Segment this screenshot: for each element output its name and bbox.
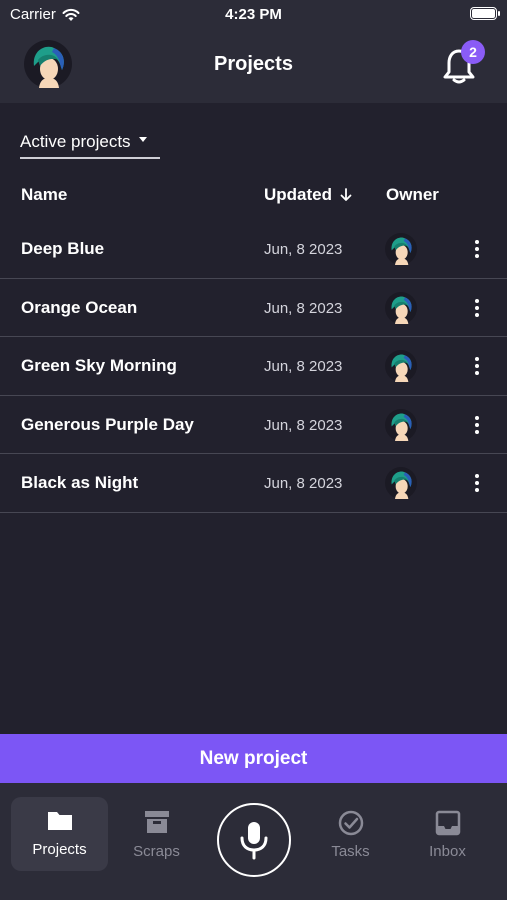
- notification-badge: 2: [461, 40, 485, 64]
- status-bar: Carrier 4:23 PM: [0, 0, 507, 28]
- project-name: Deep Blue: [21, 239, 105, 258]
- app-screen: Carrier 4:23 PM Projects 2 Active projec…: [0, 0, 507, 900]
- check-circle-icon: [338, 810, 363, 836]
- more-options-icon[interactable]: [466, 412, 488, 438]
- more-options-icon[interactable]: [466, 470, 488, 496]
- more-options-icon[interactable]: [466, 295, 488, 321]
- archive-icon: [144, 811, 169, 833]
- tab-label: Inbox: [429, 843, 466, 860]
- column-header-owner[interactable]: Owner: [386, 185, 439, 205]
- tab-inbox[interactable]: Inbox: [399, 797, 496, 871]
- top-bar: Carrier 4:23 PM Projects 2: [0, 0, 507, 103]
- project-row[interactable]: Orange Ocean Jun, 8 2023: [0, 279, 507, 337]
- project-row[interactable]: Green Sky Morning Jun, 8 2023: [0, 337, 507, 396]
- project-updated: Jun, 8 2023: [264, 241, 343, 258]
- more-options-icon[interactable]: [466, 236, 488, 262]
- battery-icon: [470, 7, 500, 20]
- tab-scraps[interactable]: Scraps: [108, 797, 205, 871]
- owner-avatar: [385, 467, 417, 499]
- project-updated: Jun, 8 2023: [264, 299, 343, 317]
- arrow-down-icon: [340, 188, 352, 201]
- tab-bar: Projects Scraps Tasks Inbox: [0, 783, 507, 900]
- owner-avatar: [385, 233, 417, 265]
- filter-label: Active projects: [20, 132, 131, 151]
- column-header-updated[interactable]: Updated: [264, 185, 352, 205]
- column-header-name[interactable]: Name: [21, 185, 67, 205]
- inbox-icon: [435, 810, 460, 836]
- owner-avatar: [385, 291, 417, 324]
- microphone-icon: [240, 822, 268, 860]
- project-filter-dropdown[interactable]: Active projects: [20, 127, 160, 159]
- page-title: Projects: [214, 53, 293, 75]
- caret-down-icon: [138, 136, 147, 142]
- tab-projects[interactable]: Projects: [11, 797, 108, 871]
- clock: 4:23 PM: [225, 6, 282, 23]
- tab-label: Projects: [32, 841, 87, 858]
- tab-label: Scraps: [133, 843, 180, 860]
- project-row[interactable]: Deep Blue Jun, 8 2023: [0, 220, 507, 279]
- microphone-button[interactable]: [217, 803, 291, 877]
- projects-list: Deep Blue Jun, 8 2023 Orange Ocean Jun, …: [0, 220, 507, 513]
- project-name: Black as Night: [21, 473, 139, 492]
- project-name: Orange Ocean: [21, 297, 138, 317]
- owner-avatar: [385, 408, 417, 441]
- more-options-icon[interactable]: [466, 353, 488, 379]
- project-row[interactable]: Generous Purple Day Jun, 8 2023: [0, 396, 507, 454]
- owner-avatar: [385, 350, 417, 382]
- project-updated: Jun, 8 2023: [264, 416, 343, 434]
- project-name: Green Sky Morning: [21, 356, 177, 375]
- tab-label: Tasks: [331, 843, 370, 860]
- new-project-button[interactable]: New project: [0, 734, 507, 783]
- tab-tasks[interactable]: Tasks: [302, 797, 399, 871]
- folder-icon: [47, 812, 72, 830]
- project-updated: Jun, 8 2023: [264, 475, 343, 492]
- project-row[interactable]: Black as Night Jun, 8 2023: [0, 454, 507, 513]
- project-updated: Jun, 8 2023: [264, 358, 343, 375]
- project-name: Generous Purple Day: [21, 414, 194, 434]
